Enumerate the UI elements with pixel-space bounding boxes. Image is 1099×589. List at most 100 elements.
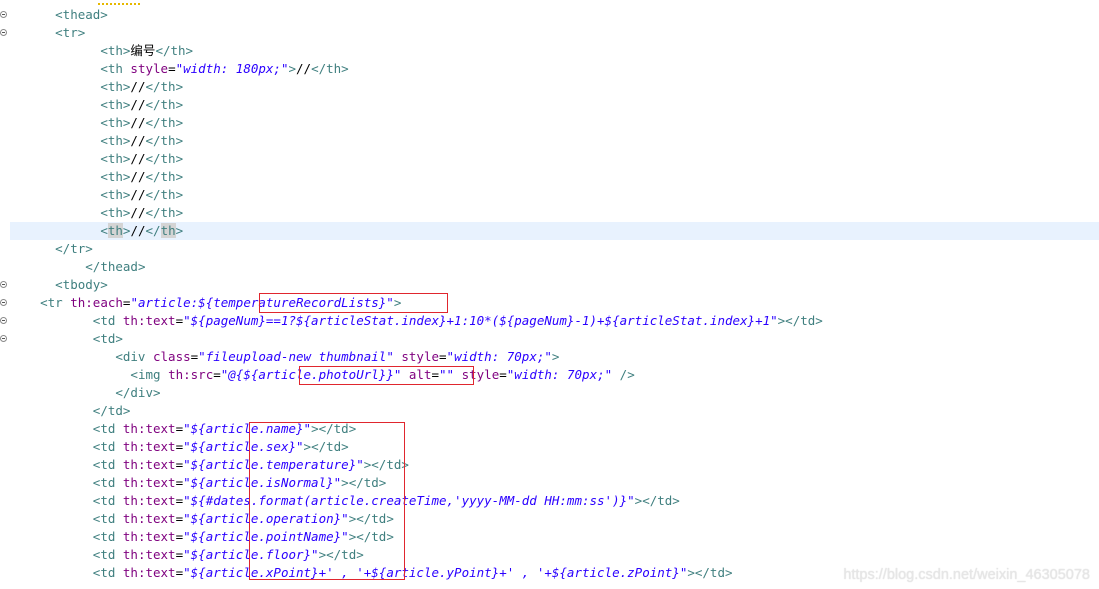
code-token: th:text: [122, 439, 176, 454]
code-line[interactable]: <td th:text="${article.pointName}"></td>: [10, 528, 1099, 546]
code-line[interactable]: </tr>: [10, 240, 1099, 258]
code-token: </th>: [145, 187, 184, 202]
code-line[interactable]: <tr>: [10, 24, 1099, 42]
fold-toggle-icon[interactable]: [0, 10, 9, 20]
fold-toggle-icon[interactable]: [0, 334, 9, 344]
code-token: "fileupload-new thumbnail": [198, 349, 394, 364]
code-line[interactable]: <td th:text="${article.isNormal}"></td>: [10, 474, 1099, 492]
code-line[interactable]: <td th:text="${article.name}"></td>: [10, 420, 1099, 438]
code-token: </th>: [145, 97, 184, 112]
code-line[interactable]: <td>: [10, 330, 1099, 348]
code-line[interactable]: <td th:text="${article.operation}"></td>: [10, 510, 1099, 528]
code-token: ></td>: [687, 565, 733, 580]
code-line[interactable]: <th>//</th>: [10, 186, 1099, 204]
code-token: "@{${article.photoUrl}}": [220, 367, 402, 382]
code-token: <th>: [100, 169, 131, 184]
code-token: style: [401, 349, 440, 364]
code-token: <td: [92, 529, 123, 544]
code-line[interactable]: <th>//</th>: [10, 222, 1099, 240]
code-token: th:each: [70, 295, 123, 310]
code-line[interactable]: </thead>: [10, 258, 1099, 276]
code-token: <tbody>: [55, 277, 108, 292]
code-token: "${article.isNormal}": [183, 475, 342, 490]
code-token: >: [393, 295, 402, 310]
code-token: th:text: [122, 529, 176, 544]
code-line[interactable]: <img th:src="@{${article.photoUrl}}" alt…: [10, 366, 1099, 384]
fold-toggle-icon[interactable]: [0, 298, 9, 308]
code-line[interactable]: <th>//</th>: [10, 96, 1099, 114]
code-token: ></td>: [363, 457, 409, 472]
code-token: "width: 180px;": [175, 61, 289, 76]
code-token: "${article.xPoint}+' , '+${article.yPoin…: [183, 565, 688, 580]
code-token: <td>: [92, 331, 123, 346]
code-line[interactable]: <th style="width: 180px;">//</th>: [10, 60, 1099, 78]
code-line[interactable]: <td th:text="${article.floor}"></td>: [10, 546, 1099, 564]
code-token: "${article.sex}": [183, 439, 304, 454]
code-token: </th>: [155, 43, 194, 58]
code-token: 编号: [130, 43, 156, 58]
code-token: <td: [92, 493, 123, 508]
code-line[interactable]: <th>编号</th>: [10, 42, 1099, 60]
code-line[interactable]: </div>: [10, 384, 1099, 402]
code-token: <th>: [100, 43, 131, 58]
code-line[interactable]: <th>//</th>: [10, 114, 1099, 132]
code-token: </th>: [145, 205, 184, 220]
code-line[interactable]: <div class = "fileupload-new thumbnail" st…: [10, 348, 1099, 366]
code-token: //: [130, 169, 146, 184]
code-token: ></td>: [303, 439, 349, 454]
code-token: "${article.temperature}": [183, 457, 364, 472]
code-line[interactable]: <th>//</th>: [10, 78, 1099, 96]
code-token: alt: [408, 367, 432, 382]
code-token: =: [499, 367, 507, 382]
code-token: th:text: [122, 421, 176, 436]
fold-toggle-icon[interactable]: [0, 28, 9, 38]
code-token: =: [175, 529, 184, 544]
code-line[interactable]: <th>//</th>: [10, 150, 1099, 168]
code-line[interactable]: <td th:text="${article.sex}"></td>: [10, 438, 1099, 456]
code-token: th:text: [122, 511, 176, 526]
code-token: ></td>: [777, 313, 823, 328]
code-line[interactable]: <th>//</th>: [10, 132, 1099, 150]
code-token: ></td>: [634, 493, 680, 508]
code-editor[interactable]: <thead> <tr> <th>编号</th> <th style="widt…: [10, 0, 1099, 589]
code-token: style: [130, 61, 169, 76]
code-token: =: [175, 493, 184, 508]
code-token: <td: [92, 457, 123, 472]
code-line[interactable]: <tbody>: [10, 276, 1099, 294]
code-token: <th>: [100, 97, 131, 112]
code-line[interactable]: </td>: [10, 402, 1099, 420]
code-line[interactable]: <th>//</th>: [10, 168, 1099, 186]
minus-circle-icon: [0, 299, 7, 306]
fold-toggle-icon[interactable]: [0, 280, 9, 290]
watermark-text: https://blog.csdn.net/weixin_46305078: [843, 567, 1090, 583]
code-token: </th>: [145, 115, 184, 130]
code-line[interactable]: <td th:text="${#dates.format(article.cre…: [10, 492, 1099, 510]
code-line[interactable]: <tr th:each="article:${temperatureRecord…: [10, 294, 1099, 312]
code-token: =: [175, 475, 184, 490]
code-line[interactable]: <td th:text="${pageNum}==1?${articleStat…: [10, 312, 1099, 330]
code-token: =: [175, 313, 184, 328]
code-token: //: [130, 151, 146, 166]
code-token: th:src: [168, 367, 214, 382]
fold-toggle-icon[interactable]: [0, 316, 9, 326]
code-token: =: [175, 565, 184, 580]
minus-circle-icon: [0, 281, 7, 288]
code-token: <thead>: [55, 7, 108, 22]
code-line[interactable]: <td th:text="${article.temperature}"></t…: [10, 456, 1099, 474]
code-line[interactable]: <th>//</th>: [10, 204, 1099, 222]
code-line[interactable]: <thead>: [10, 6, 1099, 24]
code-token: </th>: [145, 169, 184, 184]
code-token: th: [160, 223, 176, 238]
